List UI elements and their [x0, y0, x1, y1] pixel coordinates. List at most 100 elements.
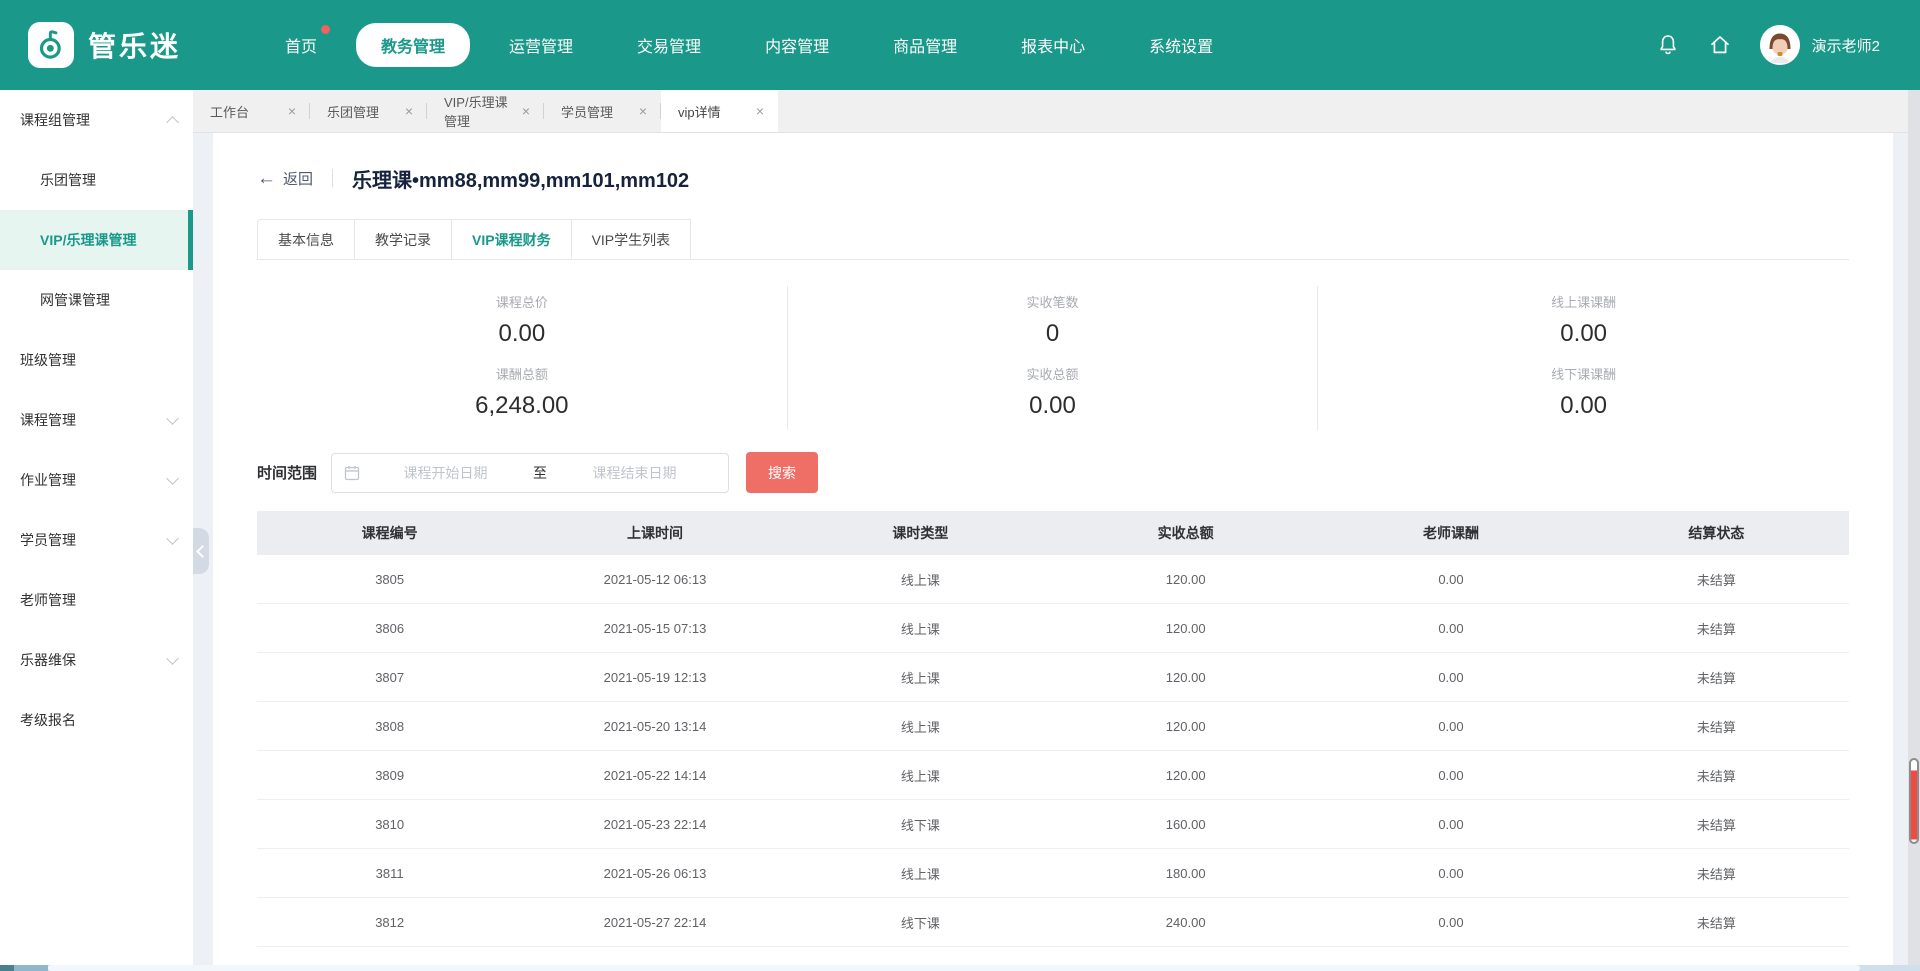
nav-item-label: 报表中心: [1021, 39, 1085, 56]
close-tab-icon[interactable]: ×: [637, 103, 649, 119]
sidebar-item-5[interactable]: 课程管理: [0, 390, 193, 450]
table-cell: 未结算: [1584, 815, 1849, 834]
close-tab-icon[interactable]: ×: [754, 103, 766, 119]
table-cell: 240.00: [1053, 915, 1318, 930]
app-logo[interactable]: 管乐迷: [28, 22, 253, 68]
bell-icon[interactable]: [1656, 33, 1680, 57]
page-tab-label: VIP/乐理课管理: [444, 92, 520, 130]
chevron-down-icon: [168, 474, 177, 487]
end-date-placeholder[interactable]: 课程结束日期: [553, 463, 716, 483]
table-header-cell: 课程编号: [257, 523, 522, 543]
page-tab-1[interactable]: 乐团管理×: [310, 90, 427, 132]
sidebar-item-1[interactable]: 乐团管理: [0, 150, 193, 210]
stat-value: 0.00: [1318, 320, 1849, 348]
detail-tab-3[interactable]: VIP学生列表: [572, 219, 692, 259]
sidebar-item-label: 作业管理: [20, 470, 76, 490]
sidebar-item-2[interactable]: VIP/乐理课管理: [0, 210, 193, 270]
page-tab-3[interactable]: 学员管理×: [544, 90, 661, 132]
sidebar-item-10[interactable]: 考级报名: [0, 690, 193, 750]
stat-cell-0: 课程总价0.00: [257, 286, 788, 358]
nav-item-0[interactable]: 首页: [260, 23, 342, 67]
table-row[interactable]: 38092021-05-22 14:14线上课120.000.00未结算: [257, 751, 1849, 800]
nav-item-label: 运营管理: [509, 39, 573, 56]
table-cell: 120.00: [1053, 719, 1318, 734]
nav-item-6[interactable]: 报表中心: [996, 23, 1110, 67]
table-row[interactable]: 38052021-05-12 06:13线上课120.000.00未结算: [257, 555, 1849, 604]
home-icon[interactable]: [1708, 33, 1732, 57]
detail-tab-1[interactable]: 教学记录: [355, 219, 452, 259]
table-row[interactable]: 38132021-05-28 22:14线下课240.000.00未结算: [257, 947, 1849, 966]
table-cell: 2021-05-19 12:13: [522, 670, 787, 685]
nav-item-label: 内容管理: [765, 39, 829, 56]
vertical-scrollbar-thumb[interactable]: [1909, 758, 1919, 844]
table-cell: 120.00: [1053, 621, 1318, 636]
nav-item-5[interactable]: 商品管理: [868, 23, 982, 67]
nav-item-label: 系统设置: [1149, 39, 1213, 56]
start-date-placeholder[interactable]: 课程开始日期: [364, 463, 527, 483]
sidebar-item-8[interactable]: 老师管理: [0, 570, 193, 630]
sidebar-item-label: 网管课管理: [40, 290, 110, 310]
vertical-scrollbar[interactable]: [1908, 90, 1920, 965]
sidebar-collapse-handle[interactable]: [193, 528, 209, 574]
close-tab-icon[interactable]: ×: [286, 103, 298, 119]
detail-tab-2[interactable]: VIP课程财务: [452, 219, 572, 259]
chevron-down-icon: [168, 534, 177, 547]
table-cell: 线上课: [788, 864, 1053, 883]
table-cell: 0.00: [1318, 670, 1583, 685]
close-tab-icon[interactable]: ×: [520, 103, 532, 119]
horizontal-scrollbar[interactable]: [0, 965, 1920, 971]
sidebar-item-7[interactable]: 学员管理: [0, 510, 193, 570]
table-row[interactable]: 38082021-05-20 13:14线上课120.000.00未结算: [257, 702, 1849, 751]
user-name[interactable]: 演示老师2: [1812, 35, 1880, 56]
brand-icon: [28, 22, 74, 68]
table-cell: 120.00: [1053, 572, 1318, 587]
table-cell: 未结算: [1584, 766, 1849, 785]
stat-label: 线下课课酬: [1318, 364, 1849, 383]
sidebar-item-9[interactable]: 乐器维保: [0, 630, 193, 690]
sidebar-item-label: 班级管理: [20, 350, 76, 370]
detail-tab-0[interactable]: 基本信息: [257, 219, 355, 259]
calendar-icon: [344, 465, 360, 481]
notification-dot: [321, 25, 330, 34]
table-cell: 0.00: [1318, 768, 1583, 783]
sidebar-item-6[interactable]: 作业管理: [0, 450, 193, 510]
sidebar-item-label: 乐器维保: [20, 650, 76, 670]
table-row[interactable]: 38102021-05-23 22:14线下课160.000.00未结算: [257, 800, 1849, 849]
close-tab-icon[interactable]: ×: [403, 103, 415, 119]
nav-item-3[interactable]: 交易管理: [612, 23, 726, 67]
back-button[interactable]: ← 返回: [257, 168, 313, 189]
page-tab-0[interactable]: 工作台 ×: [193, 90, 310, 132]
sidebar-item-0[interactable]: 课程组管理: [0, 90, 193, 150]
horizontal-scrollbar-track: [14, 965, 48, 971]
table-cell: 线下课: [788, 913, 1053, 932]
table-header-cell: 实收总额: [1053, 523, 1318, 543]
search-button[interactable]: 搜索: [746, 452, 818, 493]
page-tab-4[interactable]: vip详情×: [661, 90, 778, 132]
table-row[interactable]: 38122021-05-27 22:14线下课240.000.00未结算: [257, 898, 1849, 947]
stat-value: 6,248.00: [257, 392, 787, 420]
date-range-input[interactable]: 课程开始日期 至 课程结束日期: [331, 453, 729, 493]
stat-label: 实收总额: [788, 364, 1318, 383]
table-cell: 2021-05-12 06:13: [522, 572, 787, 587]
sidebar-item-3[interactable]: 网管课管理: [0, 270, 193, 330]
nav-item-label: 首页: [285, 39, 317, 56]
page-tab-label: 工作台: [210, 102, 249, 121]
horizontal-scrollbar-thumb[interactable]: [48, 965, 1860, 971]
nav-item-4[interactable]: 内容管理: [740, 23, 854, 67]
nav-item-1[interactable]: 教务管理: [356, 23, 470, 67]
table-row[interactable]: 38062021-05-15 07:13线上课120.000.00未结算: [257, 604, 1849, 653]
sidebar-item-4[interactable]: 班级管理: [0, 330, 193, 390]
table-cell: 3805: [257, 572, 522, 587]
page-tab-2[interactable]: VIP/乐理课管理×: [427, 90, 544, 132]
table-row[interactable]: 38112021-05-26 06:13线上课180.000.00未结算: [257, 849, 1849, 898]
table-cell: 线上课: [788, 570, 1053, 589]
stat-label: 实收笔数: [788, 292, 1318, 311]
user-avatar[interactable]: [1760, 25, 1800, 65]
table-cell: 2021-05-27 22:14: [522, 915, 787, 930]
sidebar-menu: 课程组管理乐团管理VIP/乐理课管理网管课管理班级管理课程管理作业管理学员管理老…: [0, 90, 193, 971]
nav-item-2[interactable]: 运营管理: [484, 23, 598, 67]
navbar-right: 演示老师2: [1656, 25, 1880, 65]
chevron-down-icon: [168, 414, 177, 427]
table-row[interactable]: 38072021-05-19 12:13线上课120.000.00未结算: [257, 653, 1849, 702]
nav-item-7[interactable]: 系统设置: [1124, 23, 1238, 67]
